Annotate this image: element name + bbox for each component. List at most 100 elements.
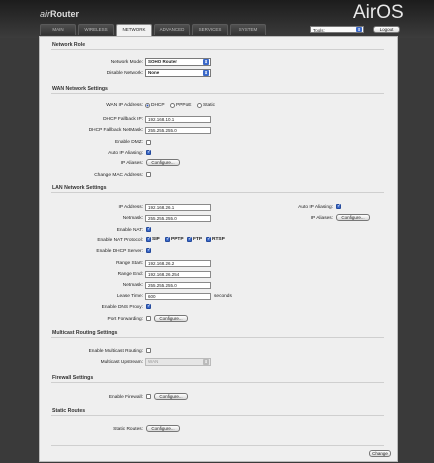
divider <box>51 337 384 338</box>
enable-nat-checkbox[interactable] <box>146 226 151 232</box>
network-mode-value: SOHO Router <box>148 59 178 64</box>
section-title-firewall: Firewall Settings <box>52 375 94 381</box>
dhcp-netmask-label: Netmask: <box>122 283 143 288</box>
nat-sip-label: SIP <box>152 237 160 242</box>
chevron-down-icon: ⬍ <box>203 359 209 365</box>
port-forwarding-configure-button[interactable]: Configure... <box>154 315 188 322</box>
range-end-input[interactable]: 192.168.26.254 <box>145 271 211 278</box>
network-mode-label: Network Mode: <box>110 60 143 65</box>
wan-ip-pppoe-label: PPPoE <box>176 103 192 108</box>
divider <box>51 445 384 446</box>
section-title-wan: WAN Network Settings <box>52 86 108 92</box>
wan-ip-dhcp-radio[interactable] <box>145 103 150 108</box>
nat-ftp-label: FTP <box>193 237 203 242</box>
dhcp-fallback-ip-input[interactable]: 192.168.10.1 <box>145 116 211 123</box>
tab-services[interactable]: SERVICES <box>192 24 228 35</box>
wan-ip-pppoe-radio[interactable] <box>170 103 175 108</box>
chevron-down-icon: ⬍ <box>203 59 209 65</box>
wan-auto-ip-aliasing-label: Auto IP Aliasing: <box>108 151 143 156</box>
nat-pptp-label: PPTP <box>171 237 184 242</box>
dhcp-netmask-input[interactable]: 255.255.255.0 <box>145 282 211 289</box>
network-mode-select[interactable]: SOHO Router ⬍ <box>145 58 211 66</box>
static-routes-label: Static Routes: <box>113 427 143 432</box>
nat-pptp-checkbox[interactable] <box>165 236 170 242</box>
nat-rtsp-checkbox[interactable] <box>206 236 211 242</box>
nat-ftp-checkbox[interactable] <box>187 236 192 242</box>
wan-auto-ip-aliasing-checkbox[interactable] <box>146 149 151 155</box>
enable-dhcp-server-label: Enable DHCP Server: <box>96 249 143 254</box>
brand-prefix: air <box>40 9 51 19</box>
tab-main[interactable]: MAIN <box>40 24 76 35</box>
wan-ip-aliases-label: IP Aliases: <box>120 161 143 166</box>
range-start-label: Range Start: <box>116 261 143 266</box>
enable-dns-proxy-label: Enable DNS Proxy: <box>101 305 143 310</box>
enable-multicast-label: Enable Multicast Routing: <box>88 349 143 354</box>
lease-time-label: Lease Time: <box>116 294 143 299</box>
enable-nat-protocol-label: Enable NAT Protocol: <box>97 238 143 243</box>
lan-netmask-label: Netmask: <box>122 216 143 221</box>
enable-nat-label: Enable NAT: <box>116 228 143 233</box>
section-title-multicast: Multicast Routing Settings <box>52 330 118 336</box>
change-mac-label: Change MAC Address: <box>94 173 143 178</box>
lan-ip-aliases-label: IP Aliases: <box>310 216 333 221</box>
wan-ip-address-label: WAN IP Address: <box>106 103 143 108</box>
change-mac-checkbox[interactable] <box>146 172 151 177</box>
wan-ip-static-label: Static <box>203 103 215 108</box>
section-title-network-role: Network Role <box>52 42 86 48</box>
port-forwarding-label: Port Forwarding: <box>107 317 143 322</box>
chevron-down-icon: ⬍ <box>356 27 362 32</box>
enable-firewall-label: Enable Firewall: <box>108 395 143 400</box>
wan-ip-aliases-configure-button[interactable]: Configure... <box>146 159 180 166</box>
multicast-upstream-select[interactable]: WAN ⬍ <box>145 358 211 366</box>
disable-network-label: Disable Network: <box>106 71 143 76</box>
airos-logo: AirOS <box>353 2 404 23</box>
nat-sip-checkbox[interactable] <box>146 236 151 242</box>
port-forwarding-checkbox[interactable] <box>146 316 151 321</box>
tab-wireless[interactable]: WIRELESS <box>78 24 114 35</box>
brand-name: Router <box>50 9 80 19</box>
enable-firewall-checkbox[interactable] <box>146 394 151 399</box>
dhcp-fallback-ip-label: DHCP Fallback IP: <box>103 117 143 122</box>
tab-advanced[interactable]: ADVANCED <box>154 24 190 35</box>
enable-dmz-label: Enable DMZ: <box>115 140 143 145</box>
multicast-upstream-value: WAN <box>148 359 159 364</box>
section-title-lan: LAN Network Settings <box>52 185 107 191</box>
disable-network-select[interactable]: None ⬍ <box>145 69 211 77</box>
firewall-configure-button[interactable]: Configure... <box>154 393 188 400</box>
lan-auto-ip-aliasing-label: Auto IP Aliasing: <box>298 205 333 210</box>
main-tabs: MAIN WIRELESS NETWORK ADVANCED SERVICES … <box>40 24 266 37</box>
divider <box>51 192 384 193</box>
wan-ip-static-radio[interactable] <box>197 103 202 108</box>
change-button[interactable]: Change <box>369 450 391 457</box>
tools-select-value: Tools: <box>313 28 325 33</box>
nat-rtsp-label: RTSP <box>212 237 225 242</box>
lease-time-unit: seconds <box>214 294 232 299</box>
range-end-label: Range End: <box>117 272 143 277</box>
dhcp-fallback-netmask-input[interactable]: 255.255.255.0 <box>145 127 211 134</box>
divider <box>51 382 384 383</box>
network-settings-panel: Network Role Network Mode: SOHO Router ⬍ … <box>39 36 398 462</box>
logout-button[interactable]: Logout <box>373 26 400 33</box>
enable-multicast-checkbox[interactable] <box>146 348 151 353</box>
enable-dns-proxy-checkbox[interactable] <box>146 303 151 309</box>
header-bar: airRouter AirOS MAIN WIRELESS NETWORK AD… <box>0 0 434 38</box>
tools-select[interactable]: Tools: ⬍ <box>310 26 364 33</box>
lan-ip-address-input[interactable]: 192.168.26.1 <box>145 204 211 211</box>
enable-dhcp-server-checkbox[interactable] <box>146 247 151 253</box>
lan-netmask-input[interactable]: 255.255.255.0 <box>145 215 211 222</box>
enable-dmz-checkbox[interactable] <box>146 140 151 145</box>
disable-network-value: None <box>148 70 160 75</box>
section-title-static-routes: Static Routes <box>52 408 86 414</box>
dhcp-fallback-netmask-label: DHCP Fallback NetMask: <box>88 128 143 133</box>
static-routes-configure-button[interactable]: Configure... <box>146 425 180 432</box>
lan-auto-ip-aliasing-checkbox[interactable] <box>336 203 341 209</box>
lease-time-input[interactable]: 600 <box>145 293 211 300</box>
range-start-input[interactable]: 192.168.26.2 <box>145 260 211 267</box>
multicast-upstream-label: Multicast Upstream: <box>100 360 143 365</box>
tab-system[interactable]: SYSTEM <box>230 24 266 35</box>
brand-logo: airRouter <box>40 9 79 19</box>
divider <box>51 415 384 416</box>
divider <box>51 49 384 50</box>
lan-ip-aliases-configure-button[interactable]: Configure... <box>336 214 370 221</box>
chevron-down-icon: ⬍ <box>203 70 209 76</box>
